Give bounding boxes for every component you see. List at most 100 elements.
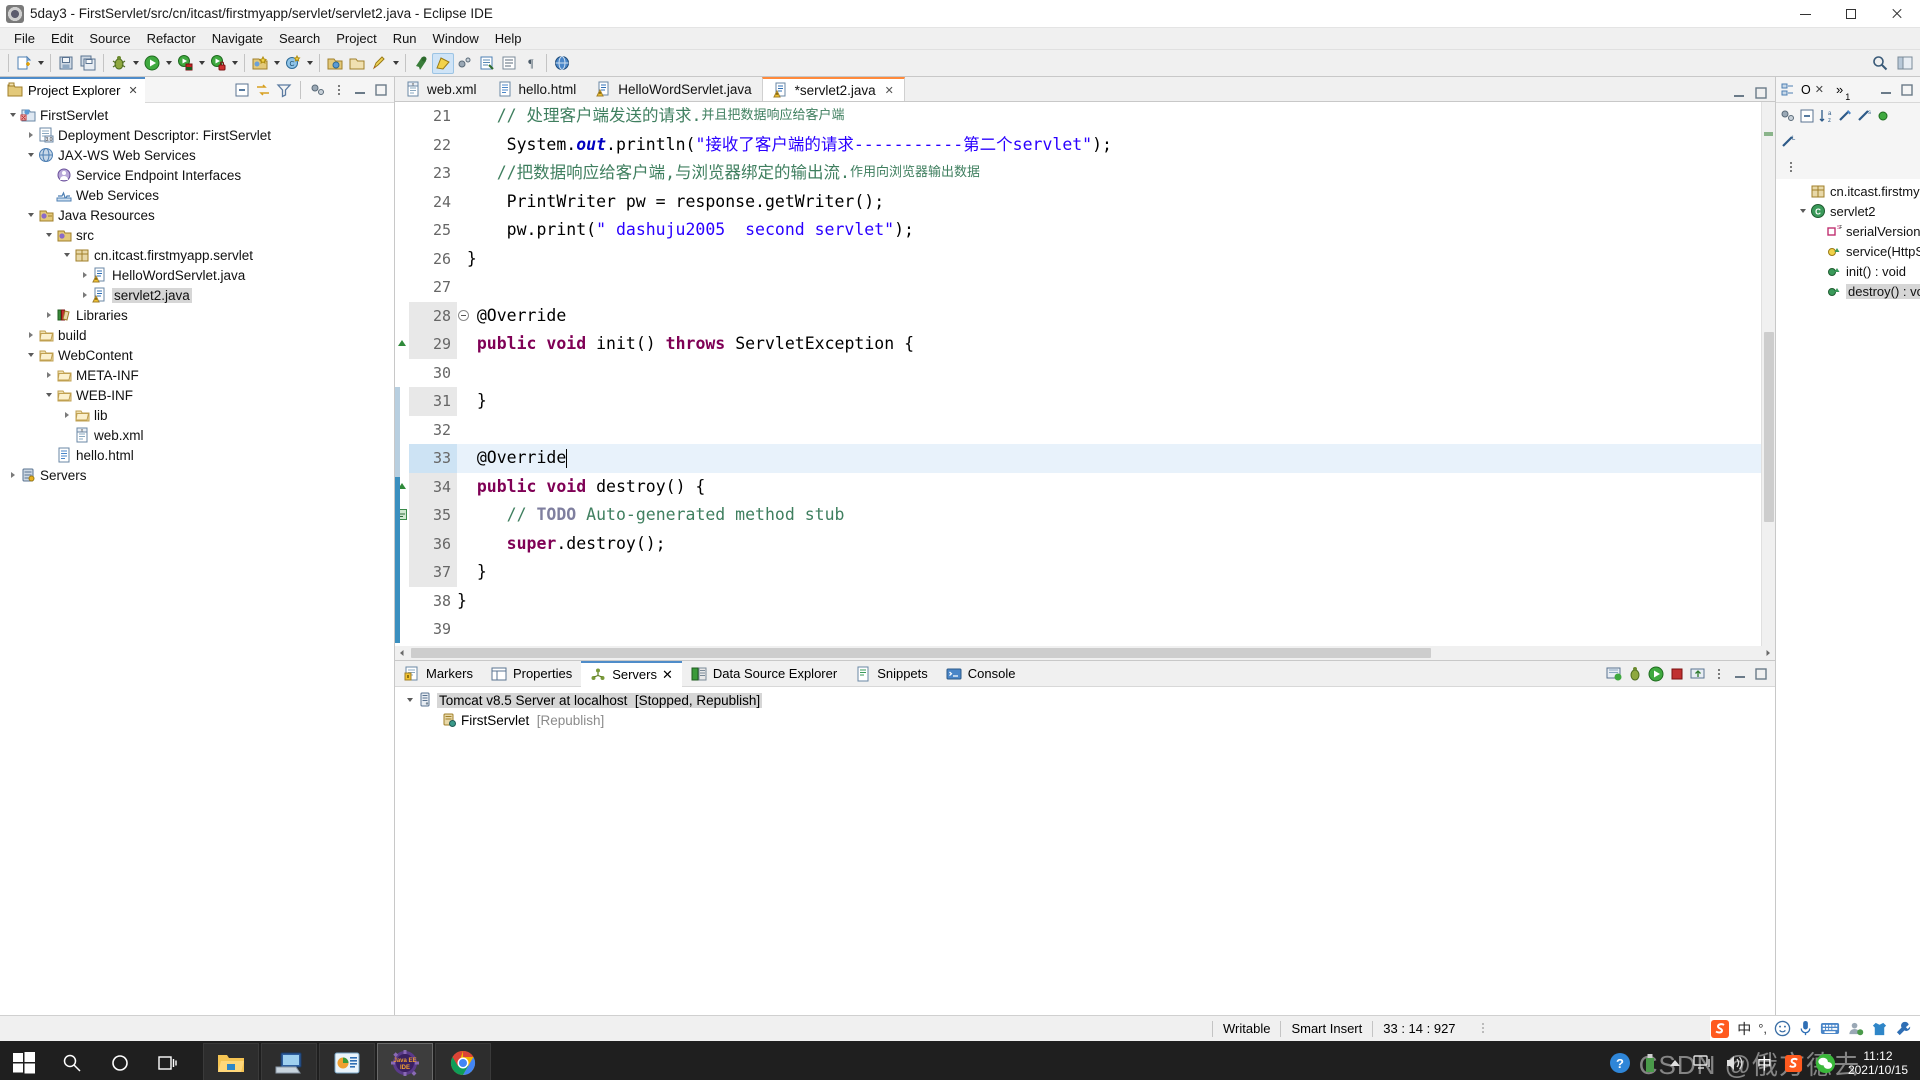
outline-item-init-void[interactable]: init() : void [1776,261,1920,281]
outline-tree[interactable]: cn.itcast.firstmya C servlet2 SF serialV… [1776,179,1920,1015]
run-server-icon[interactable] [1648,666,1664,682]
expand-arrow-icon[interactable] [42,387,56,403]
minimize-icon[interactable] [1877,81,1894,98]
menu-window[interactable]: Window [425,29,487,48]
help-icon[interactable]: ? [1609,1052,1631,1074]
code-line[interactable]: @Override [457,302,1761,331]
code-line[interactable]: @Override [457,444,1761,473]
save-icon[interactable] [55,53,77,74]
save-all-icon[interactable] [77,53,99,74]
punctuation-icon[interactable]: °, [1758,1021,1767,1036]
close-icon[interactable]: ✕ [1815,83,1824,96]
code-line[interactable] [457,359,1761,388]
code-line[interactable]: } [457,245,1761,274]
marker-column[interactable] [395,102,409,646]
code-line[interactable]: } [457,587,1761,616]
code-line[interactable] [457,273,1761,302]
tree-item-servers[interactable]: Servers [0,465,394,485]
maximize-icon[interactable] [1753,666,1769,682]
server-row[interactable]: FirstServlet [Republish] [395,710,1775,730]
outline-item-destroy-vo[interactable]: destroy() : vo [1776,281,1920,301]
view-menu-icon[interactable] [330,81,347,98]
tree-item-build[interactable]: build [0,325,394,345]
expand-arrow-icon[interactable] [42,227,56,243]
debug-icon[interactable] [108,53,130,74]
tree-item-deployment-descriptor-firstservlet[interactable]: 3.0 Deployment Descriptor: FirstServlet [0,125,394,145]
publish-icon[interactable] [1690,666,1706,682]
open-folder-icon[interactable] [346,53,368,74]
emoji-icon[interactable] [1774,1020,1791,1037]
project-tree[interactable]: FirstServlet 3.0 Deployment Descriptor: … [0,103,394,1015]
start-server-icon[interactable] [1606,666,1622,682]
collapse-arrow-icon[interactable] [42,367,56,383]
profile-dropdown[interactable] [229,53,240,74]
code-line[interactable]: public void destroy() { [457,473,1761,502]
servers-list[interactable]: Tomcat v8.5 Server at localhost [Stopped… [395,687,1775,1015]
tree-item-meta-inf[interactable]: META-INF [0,365,394,385]
outline-item-service-https[interactable]: service(HttpS [1776,241,1920,261]
tree-item-webcontent[interactable]: WebContent [0,345,394,365]
highlight-icon[interactable] [432,52,454,74]
minimize-icon[interactable] [1731,85,1747,101]
code-line[interactable]: public void init() throws ServletExcepti… [457,330,1761,359]
tree-item-hello-html[interactable]: hello.html [0,445,394,465]
override-marker-icon[interactable] [397,339,407,348]
expand-arrow-icon[interactable] [24,147,38,163]
perspective-icon[interactable] [1894,53,1916,74]
task-view-icon[interactable] [144,1041,192,1080]
show-hidden-icon[interactable] [1669,1058,1681,1068]
stop-server-icon[interactable] [1669,666,1685,682]
close-icon[interactable]: ✕ [128,84,137,97]
expand-arrow-icon[interactable] [1796,203,1810,219]
code-line[interactable] [457,615,1761,644]
code-line[interactable]: } [457,387,1761,416]
link-icon[interactable] [454,53,476,74]
tree-item-cn-itcast-firstmyapp-servlet[interactable]: cn.itcast.firstmyapp.servlet [0,245,394,265]
minimize-icon[interactable] [1732,666,1748,682]
ime-cn-icon[interactable]: 中 [1757,1053,1772,1074]
editor-tab-web-xml[interactable]: X web.xml [395,77,487,101]
network-icon[interactable] [1693,1054,1713,1072]
maximize-icon[interactable] [1753,85,1769,101]
tree-item-web-xml[interactable]: X web.xml [0,425,394,445]
collapse-arrow-icon[interactable] [6,467,20,483]
expand-arrow-icon[interactable] [24,347,38,363]
code-line[interactable]: pw.print(" dashuju2005 second servlet"); [457,216,1761,245]
status-overflow-icon[interactable] [1480,1021,1486,1037]
user-icon[interactable] [1847,1020,1864,1037]
file-explorer-icon[interactable] [203,1043,259,1080]
taskbar-search-icon[interactable] [48,1041,96,1080]
debug-server-icon[interactable] [1627,666,1643,682]
maximize-icon[interactable] [372,81,389,98]
code-line[interactable]: PrintWriter pw = response.getWriter(); [457,188,1761,217]
tree-item-java-resources[interactable]: Java Resources [0,205,394,225]
hide-local-types-icon[interactable]: L [1779,134,1796,151]
code-line[interactable]: // 处理客户端发送的请求. 并且把数据响应给客户端 [457,102,1761,131]
menu-navigate[interactable]: Navigate [204,29,271,48]
windows-start-icon[interactable] [0,1041,48,1080]
new-java-project-dropdown[interactable] [271,53,282,74]
toolbox-icon[interactable] [1895,1020,1912,1037]
search-icon[interactable] [410,53,432,74]
hide-nonpublic-icon[interactable] [1874,108,1891,125]
editor-tab-hellowordservlet-java[interactable]: HelloWordServlet.java [586,77,762,101]
search-magnifier-icon[interactable] [1869,53,1891,74]
view-filter-icon[interactable] [275,81,292,98]
run-dropdown[interactable] [163,53,174,74]
menu-edit[interactable]: Edit [43,29,81,48]
remote-desktop-icon[interactable] [261,1043,317,1080]
minimize-button[interactable] [1782,0,1828,28]
scroll-left-icon[interactable] [395,646,409,660]
sogou-tray-icon[interactable] [1784,1054,1803,1073]
volume-icon[interactable] [1725,1054,1745,1072]
menu-refactor[interactable]: Refactor [139,29,204,48]
bottom-tab-data-source-explorer[interactable]: Data Source Explorer [682,661,846,687]
chrome-icon[interactable] [435,1043,491,1080]
new-java-project-icon[interactable] [249,53,271,74]
hide-fields-icon[interactable] [1836,108,1853,125]
close-button[interactable] [1874,0,1920,28]
new-wizard-dropdown[interactable] [35,53,46,74]
menu-source[interactable]: Source [81,29,138,48]
bottom-tab-properties[interactable]: Properties [482,661,581,687]
java-ee-ide-icon[interactable]: Java EE IDE [377,1043,433,1080]
